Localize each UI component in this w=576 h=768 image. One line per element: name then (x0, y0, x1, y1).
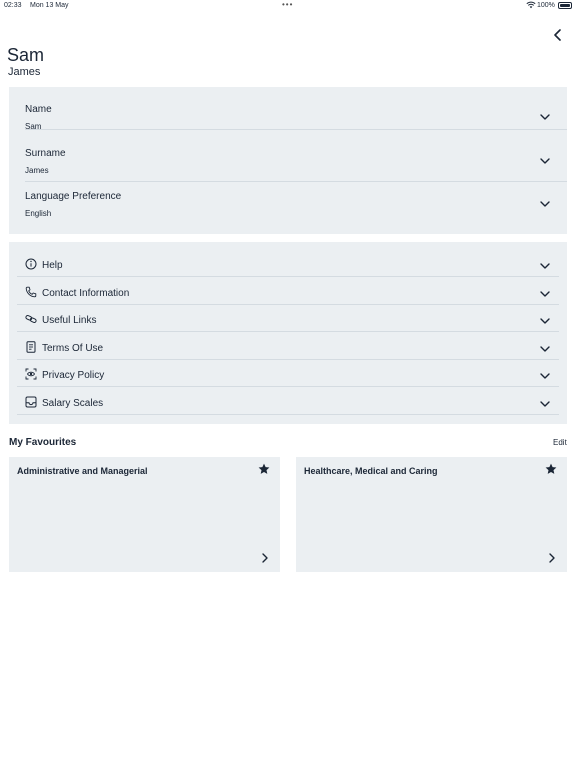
document-icon (26, 341, 36, 353)
star-icon[interactable] (258, 463, 270, 475)
status-date: Mon 13 May (30, 2, 69, 9)
chevron-down-icon (540, 401, 550, 407)
info-icon (25, 258, 37, 270)
chevron-right-icon (262, 553, 268, 563)
detail-value: English (25, 209, 52, 218)
favourite-card-administrative[interactable]: Administrative and Managerial (9, 457, 280, 572)
detail-row-surname[interactable]: Surname James (25, 138, 567, 182)
menu-item-contact-information[interactable]: Contact Information (17, 278, 559, 305)
profile-details-card: Name Sam Surname James Language Preferen… (9, 87, 567, 234)
battery-icon (558, 2, 572, 9)
chevron-down-icon (540, 201, 550, 207)
detail-row-name[interactable]: Name Sam (25, 87, 567, 131)
menu-item-label: Salary Scales (42, 398, 104, 409)
star-icon[interactable] (545, 463, 557, 475)
back-button[interactable] (549, 27, 565, 43)
chevron-down-icon (540, 158, 550, 164)
info-menu-card: Help Contact Information Useful Links Te… (9, 242, 567, 424)
wifi-icon (526, 1, 536, 9)
favourite-name: Healthcare, Medical and Caring (304, 466, 438, 476)
menu-item-terms-of-use[interactable]: Terms Of Use (17, 333, 559, 360)
favourite-name: Administrative and Managerial (17, 466, 148, 476)
status-bar: 02:33 Mon 13 May ••• 100% (0, 0, 576, 12)
inbox-icon (25, 396, 37, 408)
chevron-left-icon (553, 29, 561, 41)
profile-last-name: James (8, 66, 41, 78)
chevron-down-icon (540, 263, 550, 269)
profile-first-name: Sam (7, 45, 45, 65)
chevron-down-icon (540, 318, 550, 324)
status-time: 02:33 (4, 2, 22, 9)
menu-item-label: Help (42, 260, 63, 271)
menu-item-label: Terms Of Use (42, 343, 104, 354)
link-icon (25, 314, 37, 324)
menu-item-label: Useful Links (42, 315, 97, 326)
detail-label: Name (25, 104, 52, 115)
detail-value: James (25, 166, 49, 175)
menu-item-privacy-policy[interactable]: Privacy Policy (17, 360, 559, 387)
menu-item-label: Contact Information (42, 288, 130, 299)
chevron-down-icon (540, 291, 550, 297)
detail-row-language[interactable]: Language Preference English (25, 182, 567, 225)
favourites-edit-button[interactable]: Edit (553, 438, 567, 447)
chevron-right-icon (549, 553, 555, 563)
multitasking-dots[interactable]: ••• (282, 0, 293, 9)
chevron-down-icon (540, 346, 550, 352)
favourite-card-healthcare[interactable]: Healthcare, Medical and Caring (296, 457, 567, 572)
detail-label: Surname (25, 148, 66, 159)
chevron-down-icon (540, 114, 550, 120)
menu-item-label: Privacy Policy (42, 370, 105, 381)
menu-item-help[interactable]: Help (17, 250, 559, 277)
menu-item-useful-links[interactable]: Useful Links (17, 305, 559, 332)
favourites-title: My Favourites (9, 437, 77, 448)
chevron-down-icon (540, 373, 550, 379)
menu-item-salary-scales[interactable]: Salary Scales (17, 388, 559, 415)
privacy-icon (25, 368, 37, 380)
battery-percent: 100% (537, 2, 555, 9)
detail-label: Language Preference (25, 191, 122, 202)
detail-value: Sam (25, 122, 42, 131)
phone-icon (25, 286, 37, 298)
